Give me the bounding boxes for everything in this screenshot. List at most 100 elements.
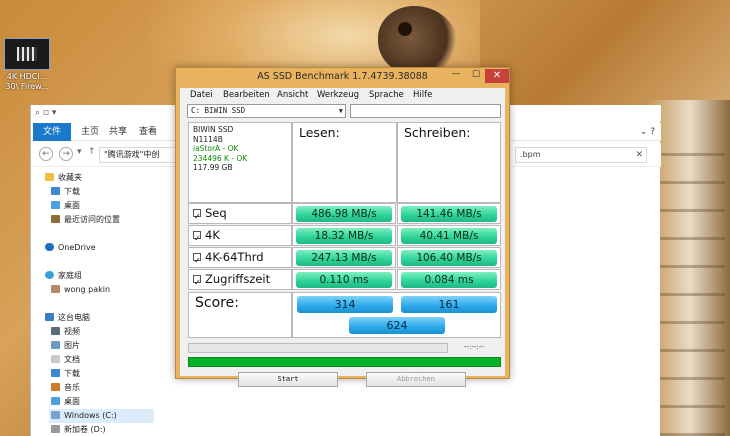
drive-model: BIWIN SSD bbox=[193, 125, 234, 134]
nav-homegroup[interactable]: 家庭组 bbox=[45, 269, 82, 283]
menu-ansicht[interactable]: Ansicht bbox=[277, 90, 308, 100]
score-total: 624 bbox=[349, 317, 445, 334]
blank-field[interactable] bbox=[350, 104, 501, 118]
nav-label: 图片 bbox=[64, 341, 80, 350]
nav-pictures[interactable]: 图片 bbox=[51, 339, 80, 353]
row-seq-label[interactable]: Seq bbox=[188, 203, 292, 226]
maximize-icon[interactable]: ☐ bbox=[467, 69, 485, 83]
documents-folder-icon bbox=[51, 355, 60, 363]
nav-downloads-pc[interactable]: 下载 bbox=[51, 367, 80, 381]
menu-datei[interactable]: Datei bbox=[190, 90, 213, 100]
back-arrow-icon[interactable]: ← bbox=[39, 147, 53, 161]
drive-info-panel: BIWIN SSD N1114B iaStorA - OK 234496 K -… bbox=[188, 122, 292, 203]
4k64-read-value: 247.13 MB/s bbox=[296, 250, 392, 266]
nav-label: 桌面 bbox=[64, 201, 80, 210]
seq-write-cell: 141.46 MB/s bbox=[397, 203, 501, 224]
recent-dropdown-icon[interactable]: ▾ bbox=[77, 147, 82, 157]
seq-read-value: 486.98 MB/s bbox=[296, 206, 392, 222]
nav-recent[interactable]: 最近访问的位置 bbox=[51, 213, 120, 227]
ribbon-expand-icon[interactable]: ⌄ ? bbox=[640, 127, 655, 137]
checkbox-icon[interactable] bbox=[193, 207, 201, 226]
desktop-file-label-1: 4K HDCi... bbox=[6, 72, 48, 81]
drive-select[interactable]: C: BIWIN SSD ▼ bbox=[187, 104, 346, 118]
access-read-cell: 0.110 ms bbox=[292, 269, 396, 290]
nav-label: OneDrive bbox=[58, 243, 96, 252]
search-input[interactable]: .bpm ✕ bbox=[515, 147, 647, 163]
checkbox-icon[interactable] bbox=[193, 251, 201, 270]
start-button[interactable]: Start bbox=[238, 372, 338, 387]
desktop-folder-icon bbox=[51, 201, 60, 209]
star-icon bbox=[45, 173, 54, 181]
menu-sprache[interactable]: Sprache bbox=[369, 90, 404, 100]
menu-werkzeug[interactable]: Werkzeug bbox=[317, 90, 359, 100]
checkbox-icon[interactable] bbox=[193, 229, 201, 248]
video-folder-icon bbox=[51, 327, 60, 335]
nav-this-pc[interactable]: 这台电脑 bbox=[45, 311, 90, 325]
score-panel: 314 161 624 bbox=[292, 292, 501, 338]
nav-drive-c[interactable]: Windows (C:) bbox=[49, 409, 154, 423]
recent-places-icon bbox=[51, 215, 60, 223]
nav-label: 收藏夹 bbox=[58, 173, 82, 182]
access-read-value: 0.110 ms bbox=[296, 272, 392, 288]
nav-favorites[interactable]: 收藏夹 bbox=[45, 171, 82, 185]
nav-drive-d[interactable]: 新加卷 (D:) bbox=[51, 423, 106, 436]
download-folder-icon bbox=[51, 187, 60, 195]
nav-onedrive[interactable]: OneDrive bbox=[45, 241, 96, 255]
4k-write-value: 40.41 MB/s bbox=[401, 228, 497, 244]
drive-size: 117.99 GB bbox=[193, 163, 233, 172]
nav-downloads[interactable]: 下载 bbox=[51, 185, 80, 199]
access-write-value: 0.084 ms bbox=[401, 272, 497, 288]
dropdown-arrow-icon: ▼ bbox=[338, 107, 343, 115]
close-icon[interactable]: ✕ bbox=[485, 69, 509, 83]
4k64-write-cell: 106.40 MB/s bbox=[397, 247, 501, 268]
desktop-video-file[interactable]: 4K HDCi... 30\ Firew... bbox=[2, 38, 52, 92]
tab-view[interactable]: 查看 bbox=[131, 123, 165, 141]
row-label: Seq bbox=[205, 206, 227, 220]
nav-desktop[interactable]: 桌面 bbox=[51, 199, 80, 213]
score-label: Score: bbox=[188, 292, 292, 338]
nav-label: wong pakin bbox=[64, 285, 111, 294]
nav-videos[interactable]: 视频 bbox=[51, 325, 80, 339]
homegroup-icon bbox=[45, 271, 54, 279]
pictures-folder-icon bbox=[51, 341, 60, 349]
menu-hilfe[interactable]: Hilfe bbox=[413, 90, 432, 100]
tab-share[interactable]: 共享 bbox=[101, 123, 135, 141]
forward-arrow-icon[interactable]: → bbox=[59, 147, 73, 161]
quick-access-toolbar-icon[interactable]: ⌕ ▫ ▾ bbox=[35, 108, 56, 118]
nav-label: 文档 bbox=[64, 355, 80, 364]
nav-user[interactable]: wong pakin bbox=[51, 283, 110, 297]
nav-documents[interactable]: 文档 bbox=[51, 353, 80, 367]
download-folder-icon bbox=[51, 369, 60, 377]
4k-write-cell: 40.41 MB/s bbox=[397, 225, 501, 246]
row-4k64-label[interactable]: 4K-64Thrd bbox=[188, 247, 292, 270]
desktop-file-label-2: 30\ Firew... bbox=[5, 82, 49, 91]
music-folder-icon bbox=[51, 383, 60, 391]
minimize-icon[interactable]: — bbox=[447, 69, 465, 83]
seq-write-value: 141.46 MB/s bbox=[401, 206, 497, 222]
elapsed-time: --:--:-- bbox=[464, 343, 484, 351]
menu-bar: Datei Bearbeiten Ansicht Werkzeug Sprach… bbox=[180, 88, 505, 103]
up-arrow-icon[interactable]: ↑ bbox=[88, 147, 96, 157]
read-column-header: Lesen: bbox=[292, 122, 397, 203]
drive-icon bbox=[51, 425, 60, 433]
nav-music[interactable]: 音乐 bbox=[51, 381, 80, 395]
nav-label: 家庭组 bbox=[58, 271, 82, 280]
nav-label: 下载 bbox=[64, 187, 80, 196]
abort-button[interactable]: Abbrechen bbox=[366, 372, 466, 387]
as-ssd-client-area: Datei Bearbeiten Ansicht Werkzeug Sprach… bbox=[180, 88, 505, 387]
menu-bearbeiten[interactable]: Bearbeiten bbox=[223, 90, 270, 100]
tab-file[interactable]: 文件 bbox=[33, 123, 71, 141]
clear-search-icon[interactable]: ✕ bbox=[635, 148, 643, 162]
nav-desktop-pc[interactable]: 桌面 bbox=[51, 395, 80, 409]
row-4k-label[interactable]: 4K bbox=[188, 225, 292, 248]
computer-icon bbox=[45, 313, 54, 321]
nav-label: 桌面 bbox=[64, 397, 80, 406]
checkbox-icon[interactable] bbox=[193, 273, 201, 292]
row-access-time-label[interactable]: Zugriffszeit bbox=[188, 269, 292, 292]
drive-firmware: N1114B bbox=[193, 134, 223, 144]
nav-label: 下载 bbox=[64, 369, 80, 378]
row-label: 4K-64Thrd bbox=[205, 250, 264, 264]
nav-label: 最近访问的位置 bbox=[64, 215, 120, 224]
4k-read-cell: 18.32 MB/s bbox=[292, 225, 396, 246]
overall-progress-bar bbox=[188, 357, 501, 367]
